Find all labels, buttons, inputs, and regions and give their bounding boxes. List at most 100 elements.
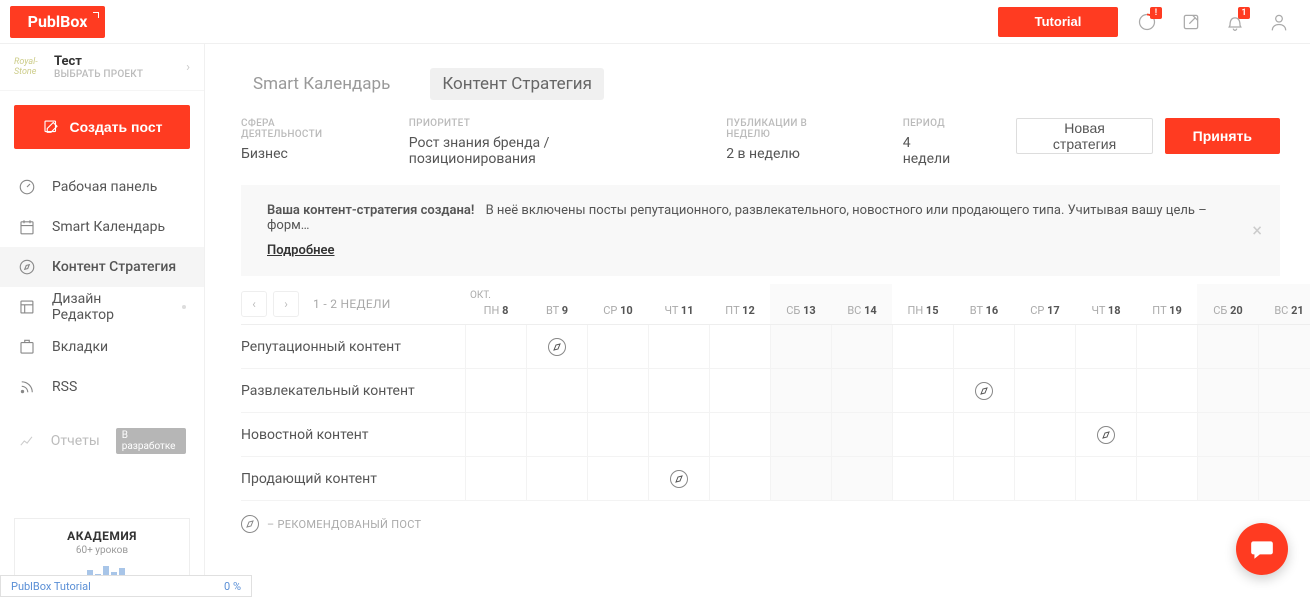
academy-title: АКАДЕМИЯ: [25, 529, 179, 543]
calendar-cell[interactable]: [1075, 325, 1136, 368]
calendar-cell[interactable]: [1136, 457, 1197, 500]
calendar-cell[interactable]: [892, 369, 953, 412]
calendar-cell[interactable]: [1197, 413, 1258, 456]
calendar-cell[interactable]: [1136, 369, 1197, 412]
calendar-cell[interactable]: [1136, 413, 1197, 456]
calendar-cell[interactable]: [1075, 369, 1136, 412]
calendar-cell[interactable]: [1014, 457, 1075, 500]
calendar-cell[interactable]: [526, 325, 587, 368]
tabs: Smart Календарь Контент Стратегия: [241, 44, 1310, 118]
prev-week-button[interactable]: ‹: [241, 291, 267, 317]
calendar-cell[interactable]: [709, 325, 770, 368]
recommended-post-icon: [975, 382, 993, 400]
calendar-cell[interactable]: [648, 457, 709, 500]
legend: – РЕКОМЕНДОВАНЫЙ ПОСТ: [241, 501, 1310, 547]
calendar-cell[interactable]: [831, 457, 892, 500]
calendar-cell[interactable]: [831, 369, 892, 412]
calendar-cell[interactable]: [465, 325, 526, 368]
app-header: PublBox Tutorial ! 1: [0, 0, 1310, 44]
calendar-cell[interactable]: [770, 369, 831, 412]
tab-smart-calendar[interactable]: Smart Календарь: [241, 68, 402, 100]
calendar-cell[interactable]: [1258, 413, 1310, 456]
calendar-cell[interactable]: [465, 413, 526, 456]
calendar-cell[interactable]: [587, 325, 648, 368]
calendar-cell[interactable]: [1075, 457, 1136, 500]
calendar-icon: [18, 218, 36, 236]
calendar-cell[interactable]: [648, 413, 709, 456]
tutorial-button[interactable]: Tutorial: [998, 7, 1118, 37]
calendar-cell[interactable]: [1014, 413, 1075, 456]
sidebar-item-tabs[interactable]: Вкладки: [0, 327, 204, 367]
calendar-cell[interactable]: [770, 325, 831, 368]
calendar-cell[interactable]: [709, 413, 770, 456]
calendar-cell[interactable]: [770, 457, 831, 500]
day-header: ЧТ 18: [1075, 284, 1136, 324]
next-week-button[interactable]: ›: [273, 291, 299, 317]
calendar-cell[interactable]: [1258, 457, 1310, 500]
day-header: ВТ 9: [526, 284, 587, 324]
calendar-cell[interactable]: [526, 369, 587, 412]
calendar-cell[interactable]: [831, 325, 892, 368]
alert-more-link[interactable]: Подробнее: [267, 243, 334, 258]
calendar-cell[interactable]: [1014, 325, 1075, 368]
calendar-cell[interactable]: [1258, 369, 1310, 412]
calendar-cell[interactable]: [892, 457, 953, 500]
calendar-cell[interactable]: [1197, 369, 1258, 412]
calendar-cell[interactable]: [953, 369, 1014, 412]
in-development-badge: В разработке: [116, 428, 186, 454]
calendar-cell[interactable]: [587, 413, 648, 456]
create-post-button[interactable]: Создать пост: [14, 105, 190, 149]
calendar-row: Новостной контент: [241, 413, 1310, 457]
calendar-cell[interactable]: [648, 325, 709, 368]
calendar-cell[interactable]: [892, 325, 953, 368]
sidebar-item-smart-calendar[interactable]: Smart Календарь: [0, 207, 204, 247]
calendar-cell[interactable]: [1197, 457, 1258, 500]
calendar-cell[interactable]: [465, 369, 526, 412]
chevron-right-icon: ›: [186, 60, 190, 75]
tab-content-strategy[interactable]: Контент Стратегия: [430, 68, 604, 100]
calendar-cell[interactable]: [1075, 413, 1136, 456]
tutorial-progress-bar[interactable]: PublBox Tutorial 0 %: [0, 575, 252, 597]
day-header: ВС 21: [1258, 284, 1310, 324]
sidebar-item-rss[interactable]: RSS: [0, 367, 204, 407]
new-strategy-button[interactable]: Новая стратегия: [1016, 118, 1152, 154]
close-icon[interactable]: ×: [1252, 220, 1262, 241]
sidebar-item-design-editor[interactable]: Дизайн Редактор: [0, 287, 204, 327]
project-selector[interactable]: Royal-Stone Тест ВЫБРАТЬ ПРОЕКТ ›: [0, 44, 204, 91]
calendar-cell[interactable]: [526, 413, 587, 456]
day-header: СБ 13: [770, 284, 831, 324]
calendar-cell[interactable]: [648, 369, 709, 412]
logo[interactable]: PublBox: [10, 6, 105, 38]
tabs-icon: [18, 338, 36, 356]
calendar-cell[interactable]: [526, 457, 587, 500]
progress-icon[interactable]: !: [1136, 11, 1158, 33]
filter-priority-label: ПРИОРИТЕТ: [409, 118, 656, 129]
gauge-icon: [18, 178, 36, 196]
chat-button[interactable]: [1236, 523, 1288, 575]
edit-icon[interactable]: [1180, 11, 1202, 33]
calendar-cell[interactable]: [1136, 325, 1197, 368]
calendar-cell[interactable]: [587, 369, 648, 412]
project-title: Тест: [54, 54, 143, 69]
calendar-cell[interactable]: [892, 413, 953, 456]
sidebar-item-content-strategy[interactable]: Контент Стратегия: [0, 247, 204, 287]
user-icon[interactable]: [1268, 11, 1290, 33]
calendar-cell[interactable]: [953, 413, 1014, 456]
calendar-cell[interactable]: [709, 369, 770, 412]
day-header: ЧТ 11: [648, 284, 709, 324]
accept-button[interactable]: Принять: [1165, 118, 1280, 154]
calendar-cell[interactable]: [953, 457, 1014, 500]
calendar-cell[interactable]: [1197, 325, 1258, 368]
sidebar-item-dashboard[interactable]: Рабочая панель: [0, 167, 204, 207]
calendar-cell[interactable]: [587, 457, 648, 500]
bell-icon[interactable]: 1: [1224, 11, 1246, 33]
calendar-cell[interactable]: [709, 457, 770, 500]
calendar-cell[interactable]: [1014, 369, 1075, 412]
calendar-cell[interactable]: [1258, 325, 1310, 368]
calendar-cell[interactable]: [953, 325, 1014, 368]
calendar-cell[interactable]: [770, 413, 831, 456]
calendar-cell[interactable]: [831, 413, 892, 456]
day-header: ПТ 12: [709, 284, 770, 324]
calendar-cell[interactable]: [465, 457, 526, 500]
recommended-post-icon: [670, 470, 688, 488]
